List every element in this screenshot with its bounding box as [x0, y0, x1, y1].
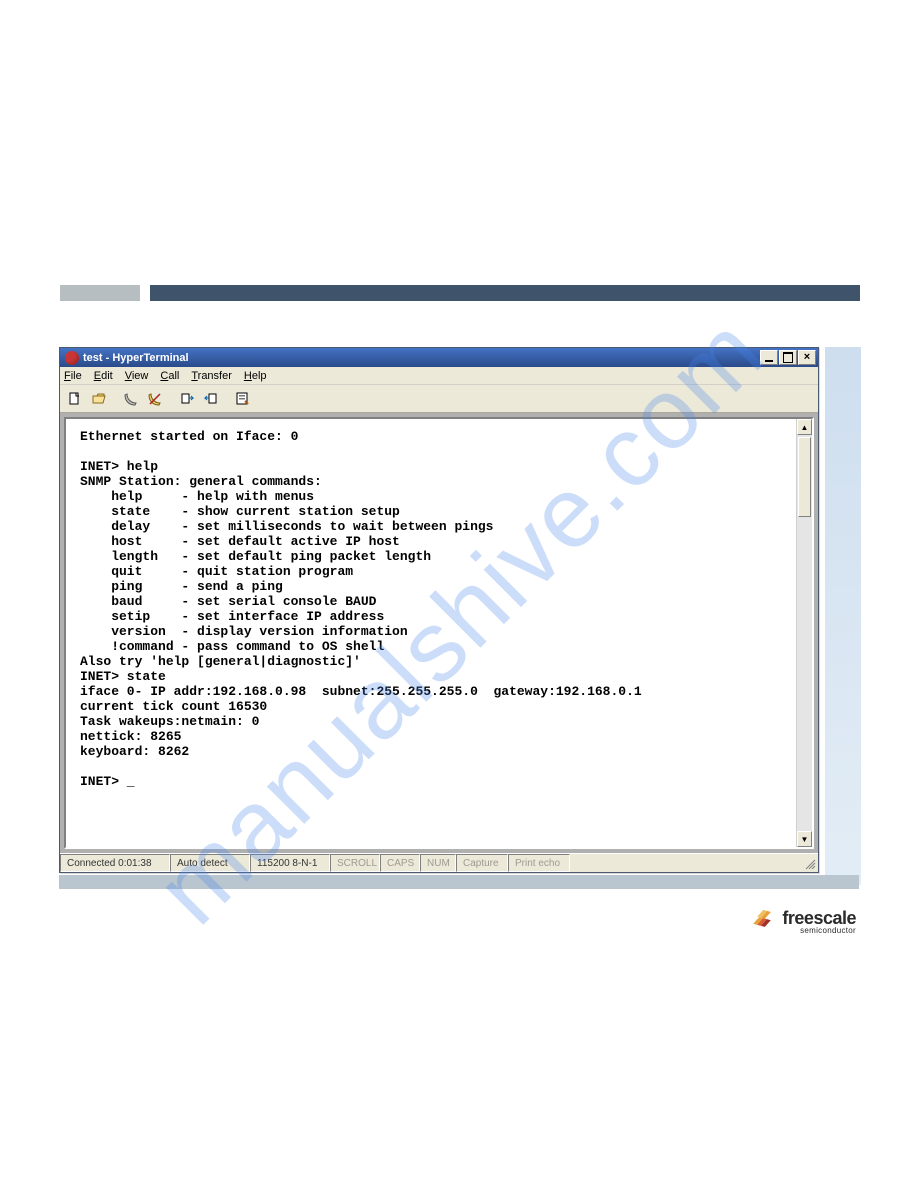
toolbar-properties[interactable]: [232, 388, 254, 410]
terminal-pane[interactable]: Ethernet started on Iface: 0 INET> help …: [64, 417, 814, 849]
new-file-icon: [67, 391, 83, 407]
receive-file-icon: [203, 391, 219, 407]
hyperterminal-window: test - HyperTerminal × File Edit View Ca…: [59, 347, 819, 873]
resize-grip[interactable]: [800, 854, 818, 872]
brand-name: freescale: [782, 909, 856, 927]
brand-tagline: semiconductor: [782, 927, 856, 935]
toolbar-disconnect[interactable]: [144, 388, 166, 410]
desktop-strip-right: [825, 347, 861, 885]
scroll-down-button[interactable]: ▼: [797, 831, 812, 847]
toolbar-send[interactable]: [176, 388, 198, 410]
slide-header-bars: [60, 285, 860, 301]
status-num: NUM: [420, 854, 456, 872]
status-capture: Capture: [456, 854, 508, 872]
toolbar-connect[interactable]: [120, 388, 142, 410]
maximize-button[interactable]: [779, 350, 797, 365]
menu-view[interactable]: View: [125, 370, 149, 382]
toolbar: [60, 385, 818, 413]
toolbar-open[interactable]: [88, 388, 110, 410]
menu-bar: File Edit View Call Transfer Help: [60, 367, 818, 385]
header-bar-main: [150, 285, 860, 301]
scroll-up-button[interactable]: ▲: [797, 419, 812, 435]
phone-connect-icon: [123, 391, 139, 407]
toolbar-new[interactable]: [64, 388, 86, 410]
status-detect: Auto detect: [170, 854, 250, 872]
footer-logo: freescale semiconductor: [748, 908, 856, 936]
terminal-output: Ethernet started on Iface: 0 INET> help …: [66, 419, 812, 799]
window-title: test - HyperTerminal: [83, 352, 189, 364]
status-echo: Print echo: [508, 854, 570, 872]
status-caps: CAPS: [380, 854, 420, 872]
freescale-mark-icon: [748, 908, 776, 936]
header-bar-accent: [60, 285, 140, 301]
client-area: Ethernet started on Iface: 0 INET> help …: [60, 413, 818, 853]
menu-file[interactable]: File: [64, 370, 82, 382]
status-scroll: SCROLL: [330, 854, 380, 872]
freescale-text: freescale semiconductor: [782, 909, 856, 935]
desktop-strip-bottom: [59, 875, 859, 889]
phone-disconnect-icon: [147, 391, 163, 407]
status-connected: Connected 0:01:38: [60, 854, 170, 872]
toolbar-receive[interactable]: [200, 388, 222, 410]
status-bar: Connected 0:01:38 Auto detect 115200 8-N…: [60, 853, 818, 872]
menu-transfer[interactable]: Transfer: [191, 370, 232, 382]
menu-edit[interactable]: Edit: [94, 370, 113, 382]
window-controls: ×: [760, 350, 816, 365]
scrollbar-vertical[interactable]: ▲ ▼: [796, 419, 812, 847]
title-bar[interactable]: test - HyperTerminal ×: [60, 348, 818, 367]
status-baud: 115200 8-N-1: [250, 854, 330, 872]
menu-call[interactable]: Call: [160, 370, 179, 382]
resize-grip-icon: [804, 858, 816, 870]
send-file-icon: [179, 391, 195, 407]
close-button[interactable]: ×: [798, 350, 816, 365]
open-folder-icon: [91, 391, 107, 407]
scroll-thumb[interactable]: [798, 437, 811, 517]
menu-help[interactable]: Help: [244, 370, 267, 382]
properties-icon: [235, 391, 251, 407]
app-icon: [65, 351, 79, 365]
minimize-button[interactable]: [760, 350, 778, 365]
